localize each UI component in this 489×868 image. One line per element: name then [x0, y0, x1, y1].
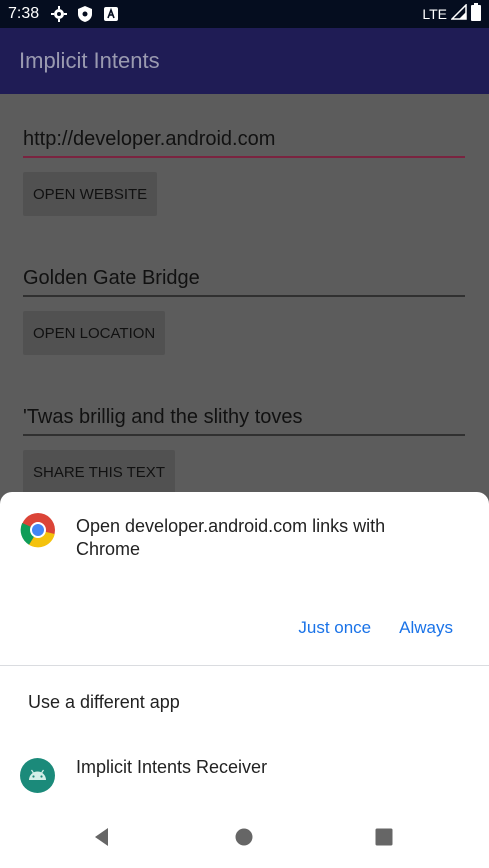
recents-button[interactable]: [372, 825, 396, 849]
chooser-header: Open developer.android.com links with Ch…: [20, 512, 436, 561]
shield-icon: [77, 6, 93, 22]
location-field-underline: [23, 295, 465, 297]
always-button[interactable]: Always: [399, 618, 453, 638]
chooser-actions: Just once Always: [298, 618, 453, 638]
network-type: LTE: [422, 6, 447, 22]
battery-icon: [471, 2, 481, 26]
chooser-divider: [0, 665, 489, 666]
status-right: LTE: [422, 2, 481, 26]
navigation-bar: [0, 808, 489, 868]
notification-a-icon: [103, 6, 119, 22]
receiver-app-label: Implicit Intents Receiver: [76, 757, 268, 777]
chooser-title: Open developer.android.com links with Ch…: [76, 516, 386, 559]
app-title: Implicit Intents: [19, 48, 160, 73]
android-icon: [20, 758, 55, 793]
back-icon: [95, 828, 108, 846]
just-once-button[interactable]: Just once: [298, 618, 371, 638]
home-button[interactable]: [232, 825, 256, 849]
recents-icon: [375, 828, 393, 846]
back-button[interactable]: [90, 825, 114, 849]
status-bar: 7:38 LTE: [0, 0, 489, 28]
open-website-button[interactable]: OPEN WEBSITE: [23, 172, 158, 216]
status-time: 7:38: [8, 5, 40, 22]
share-text-button[interactable]: SHARE THIS TEXT: [23, 450, 175, 494]
gear-icon: [51, 6, 68, 22]
share-field-underline: [23, 434, 465, 436]
website-field-underline: [23, 156, 465, 158]
home-icon: [235, 828, 253, 846]
receiver-app-item[interactable]: Implicit Intents Receiver: [20, 754, 267, 793]
use-different-app-label: Use a different app: [28, 692, 180, 712]
signal-icon: [450, 2, 467, 25]
chrome-icon: [20, 513, 55, 548]
open-location-button[interactable]: OPEN LOCATION: [23, 311, 166, 355]
app-bar: Implicit Intents: [0, 28, 489, 94]
screen: 7:38 LTE Implicit Intents http://develop…: [0, 0, 489, 868]
